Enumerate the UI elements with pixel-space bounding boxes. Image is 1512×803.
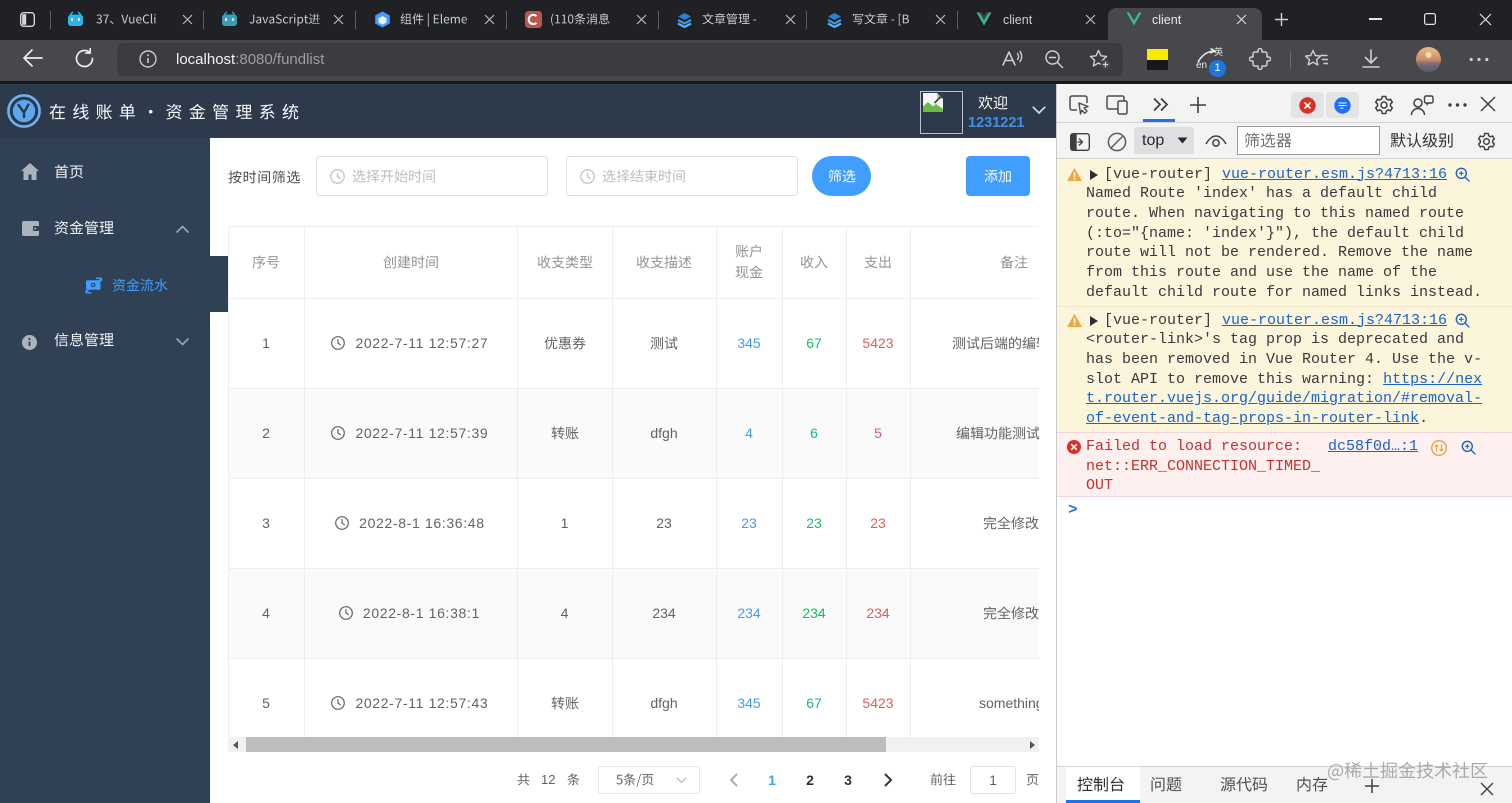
svg-text:英: 英 — [1214, 47, 1223, 57]
svg-text:en: en — [1196, 60, 1207, 71]
